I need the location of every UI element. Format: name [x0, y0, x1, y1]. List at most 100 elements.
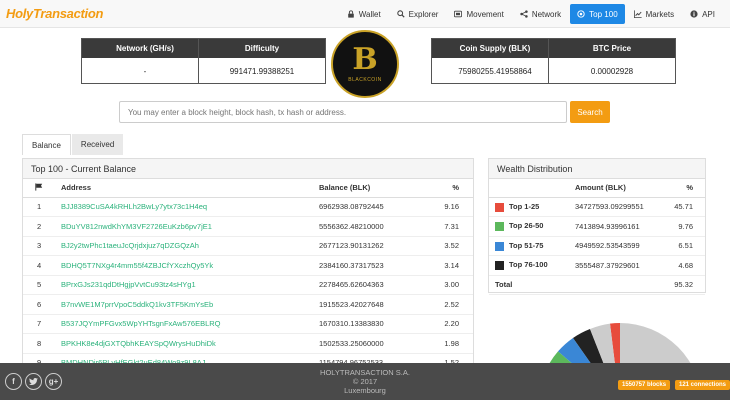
facebook-icon[interactable]: f — [5, 373, 22, 390]
table-row: 7 B537JQYmPFGvx5WpYHTsgnFxAw576EBLRQ 167… — [23, 314, 473, 334]
row-pct: 1.98 — [423, 333, 473, 354]
info-icon — [690, 10, 698, 18]
connections-badge: 121 connections — [675, 380, 730, 390]
top100-icon — [577, 10, 585, 18]
top100-rows: 1 BJJ8389CuSA4kRHLh2BwLy7ytx73c1H4eq 696… — [23, 197, 473, 367]
wealth-row-pct: 9.76 — [673, 216, 705, 237]
wealth-amount-column-header: Amount (BLK) — [575, 179, 673, 198]
row-address-link[interactable]: B7nvWE1M7prrVpoC5ddkQ1kv3TF5KmYsEb — [61, 294, 319, 315]
table-row: Top 76-100 3555487.37929601 4.68 — [489, 255, 705, 276]
wealth-total-amount — [575, 275, 673, 295]
wealth-row-amount: 7413894.93996161 — [575, 216, 673, 237]
wealth-row-text: Top 1-25 — [509, 201, 540, 211]
table-row: Top 1-25 34727593.09299551 45.71 — [489, 197, 705, 217]
stat-network-label: Network (GH/s) — [82, 39, 208, 58]
footer-copyright: © 2017 — [352, 377, 378, 386]
nav-network-label: Network — [531, 9, 562, 19]
row-address-link[interactable]: BPKHK8e4djGXTQbhKEAYSpQWrysHuDhiDk — [61, 333, 319, 354]
nav-movement[interactable]: Movement — [447, 4, 510, 24]
nav-explorer-label: Explorer — [408, 9, 439, 19]
footer-info: HOLYTRANSACTION S.A. © 2017 Luxembourg — [300, 368, 430, 395]
table-row: 6 B7nvWE1M7prrVpoC5ddkQ1kv3TF5KmYsEb 191… — [23, 294, 473, 315]
search-icon — [396, 10, 405, 18]
wealth-total-pct: 95.32 — [673, 275, 705, 295]
search-input[interactable] — [119, 101, 567, 123]
flag-column-header — [23, 179, 61, 198]
nav-api[interactable]: API — [683, 4, 722, 24]
nav-explorer[interactable]: Explorer — [390, 4, 446, 24]
row-pct: 2.52 — [423, 294, 473, 315]
row-balance: 2278465.62604363 — [319, 275, 423, 295]
movement-icon — [454, 10, 463, 18]
table-row: Top 51-75 4949592.53543599 6.51 — [489, 236, 705, 256]
tabs: Balance Received — [22, 134, 124, 155]
row-rank: 8 — [23, 333, 61, 354]
swatch-blue — [495, 241, 504, 251]
row-rank: 5 — [23, 275, 61, 295]
row-address-link[interactable]: BDuYV812nwdKhYM3VF2726EuKzb6pv7jE1 — [61, 216, 319, 237]
twitter-icon[interactable] — [25, 373, 42, 390]
blocks-badge: 1550757 blocks — [618, 380, 671, 390]
row-balance: 1502533.25060000 — [319, 333, 423, 354]
stat-btc-price-label: BTC Price — [549, 39, 675, 58]
nav-wallet[interactable]: Wallet — [340, 4, 388, 24]
wealth-row-text: Top 26-50 — [509, 221, 544, 231]
row-pct: 3.14 — [423, 255, 473, 276]
table-row: 5 BPrxGJs231qdDtHgjpVvtCu93tz4sHYg1 2278… — [23, 275, 473, 295]
top100-title: Top 100 - Current Balance — [23, 159, 473, 179]
nav-markets-label: Markets — [645, 9, 675, 19]
table-row: 3 BJ2y2twPhc1taeuJcQrjdxjuz7qDZGQzAh 267… — [23, 236, 473, 256]
wealth-row-amount: 4949592.53543599 — [575, 236, 673, 256]
wealth-row-amount: 3555487.37929601 — [575, 255, 673, 276]
wealth-rows: Top 1-25 34727593.09299551 45.71 Top 26-… — [489, 197, 705, 295]
google-plus-icon[interactable]: g+ — [45, 373, 62, 390]
row-balance: 1915523.42027648 — [319, 294, 423, 315]
table-row: Total 95.32 — [489, 275, 705, 295]
tab-received[interactable]: Received — [71, 134, 124, 155]
logo-letter: B — [352, 42, 378, 77]
stat-coin-supply: Coin Supply (BLK) 75980255.41958864 — [431, 38, 559, 84]
table-row: Top 26-50 7413894.93996161 9.76 — [489, 216, 705, 237]
stat-network: Network (GH/s) - — [81, 38, 209, 84]
nav-markets[interactable]: Markets — [627, 4, 681, 24]
wealth-row-text: Top 76-100 — [509, 260, 548, 270]
wealth-label-column-header — [489, 179, 575, 198]
wealth-table: Amount (BLK) % Top 1-25 34727593.0929955… — [489, 179, 705, 295]
brand-logo[interactable]: HolyTransaction — [6, 6, 103, 21]
row-address-link[interactable]: BDHQ5T7NXg4r4mm55f4ZBJCfYXczhQy5Yk — [61, 255, 319, 276]
wealth-row-label: Top 51-75 — [489, 236, 575, 256]
balance-column-header: Balance (BLK) — [319, 179, 423, 198]
row-pct: 2.20 — [423, 314, 473, 334]
stat-coin-supply-value: 75980255.41958864 — [458, 66, 532, 76]
row-balance: 2384160.37317523 — [319, 255, 423, 276]
wealth-row-pct: 4.68 — [673, 255, 705, 276]
search-button[interactable]: Search — [570, 101, 610, 123]
top100-panel: Top 100 - Current Balance Address Balanc… — [22, 158, 474, 368]
row-balance: 2677123.90131262 — [319, 236, 423, 256]
row-address-link[interactable]: B537JQYmPFGvx5WpYHTsgnFxAw576EBLRQ — [61, 314, 319, 334]
stat-btc-price: BTC Price 0.00002928 — [548, 38, 676, 84]
nav-wallet-label: Wallet — [358, 9, 381, 19]
wealth-pct-column-header: % — [673, 179, 705, 198]
row-address-link[interactable]: BPrxGJs231qdDtHgjpVvtCu93tz4sHYg1 — [61, 275, 319, 295]
row-address-link[interactable]: BJJ8389CuSA4kRHLh2BwLy7ytx73c1H4eq — [61, 197, 319, 217]
swatch-black — [495, 261, 504, 270]
table-row: 8 BPKHK8e4djGXTQbhKEAYSpQWrysHuDhiDk 150… — [23, 333, 473, 354]
wealth-total-label: Total — [489, 275, 575, 295]
tab-balance[interactable]: Balance — [22, 134, 71, 155]
nav-network[interactable]: Network — [513, 4, 568, 24]
network-icon — [520, 10, 528, 18]
row-pct: 7.31 — [423, 216, 473, 237]
main-nav: Wallet Explorer Movement Network Top 100… — [338, 4, 722, 24]
nav-top100[interactable]: Top 100 — [570, 4, 625, 24]
row-address-link[interactable]: BJ2y2twPhc1taeuJcQrjdxjuz7qDZGQzAh — [61, 236, 319, 256]
row-rank: 6 — [23, 294, 61, 315]
row-rank: 3 — [23, 236, 61, 256]
stat-difficulty: Difficulty 991471.99388251 — [198, 38, 326, 84]
footer-company: HOLYTRANSACTION S.A. — [320, 368, 410, 377]
swatch-green — [495, 222, 504, 231]
wealth-title: Wealth Distribution — [489, 159, 705, 179]
stat-difficulty-value: 991471.99388251 — [229, 66, 295, 76]
stat-difficulty-label: Difficulty — [199, 39, 325, 58]
nav-movement-label: Movement — [466, 9, 504, 19]
